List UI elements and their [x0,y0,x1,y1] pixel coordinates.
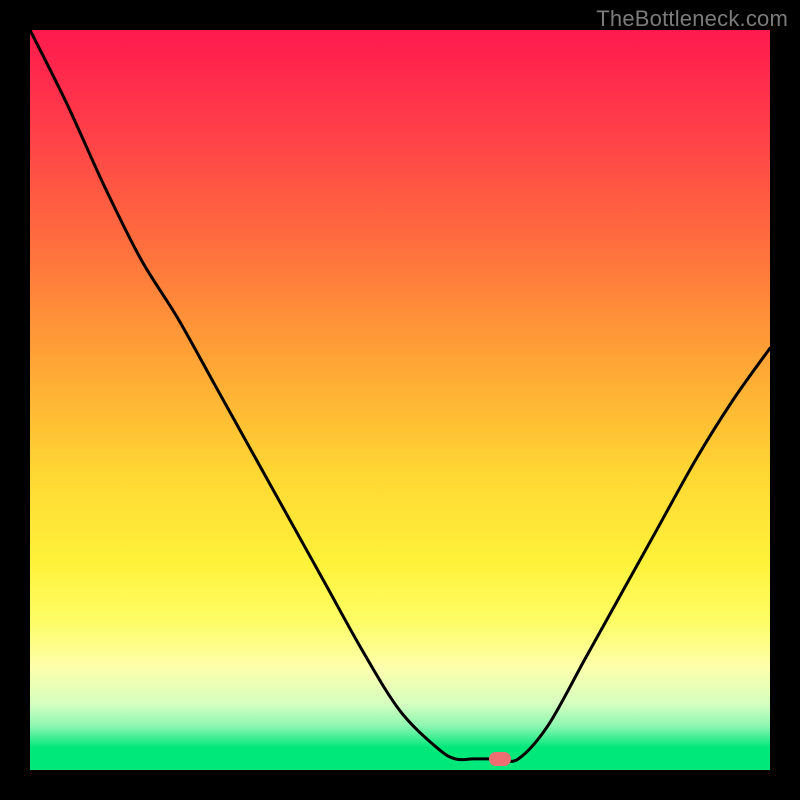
watermark-text: TheBottleneck.com [596,6,788,32]
bottleneck-curve [30,30,770,761]
curve-svg [30,30,770,770]
selected-point-marker [489,752,511,766]
plot-area [30,30,770,770]
chart-frame: TheBottleneck.com [0,0,800,800]
